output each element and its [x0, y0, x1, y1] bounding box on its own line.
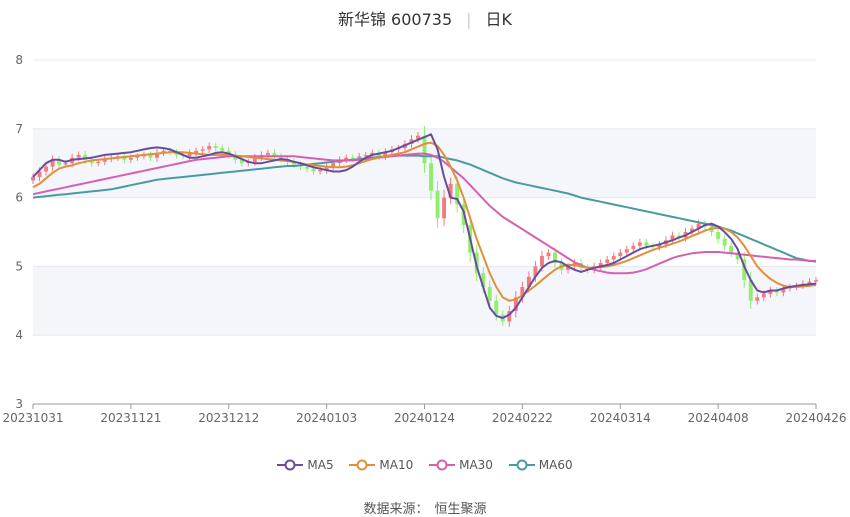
legend-ma30-icon — [429, 459, 456, 471]
x-tick-label: 20231121 — [100, 411, 161, 425]
y-tick-label: 6 — [15, 191, 23, 205]
candlestick-chart: 3 4 5 6 7 8 20231031 20231121 20231212 20240103 20… — [2, 53, 846, 425]
candle-body — [729, 245, 734, 253]
x-tick-label: 20240124 — [394, 411, 455, 425]
candle-body — [442, 197, 447, 219]
candle-body — [814, 280, 818, 282]
candle-body — [311, 168, 316, 172]
candle-body — [63, 163, 68, 165]
legend-ma60[interactable]: MA60 — [508, 458, 573, 472]
candle-body — [605, 259, 610, 263]
x-tick-label: 20240222 — [492, 411, 553, 425]
legend-ma30-label: MA30 — [459, 458, 493, 472]
candle-body — [631, 245, 636, 250]
candle-body — [761, 293, 766, 298]
source-provider: 恒生聚源 — [434, 502, 487, 517]
candle-body — [611, 256, 616, 260]
legend-ma10-label: MA10 — [379, 458, 414, 472]
y-tick-label: 4 — [15, 328, 23, 342]
y-tick-label: 7 — [15, 122, 23, 136]
candle-body — [200, 149, 205, 151]
legend-ma5-icon — [277, 459, 304, 471]
candle-body — [96, 161, 101, 164]
candle-body — [429, 163, 433, 191]
source-label: 数据来源： — [363, 502, 429, 517]
candle-body — [755, 297, 760, 301]
candle-body — [331, 163, 336, 167]
legend-ma5-label: MA5 — [307, 458, 334, 472]
grid-band — [33, 266, 816, 336]
candle-body — [213, 146, 218, 149]
legend-ma30[interactable]: MA30 — [429, 458, 493, 472]
x-tick-label: 20240426 — [785, 411, 846, 425]
x-tick-label: 20231031 — [2, 411, 63, 425]
candle-body — [128, 157, 133, 160]
candle-body — [637, 242, 642, 246]
candle-body — [722, 238, 727, 246]
legend-ma60-label: MA60 — [538, 458, 573, 472]
x-tick-label: 20240408 — [688, 411, 749, 425]
y-tick-label: 3 — [15, 397, 23, 411]
legend-ma10-icon — [349, 459, 376, 471]
x-tick-label: 20231212 — [198, 411, 259, 425]
candle-body — [716, 232, 721, 239]
chart-legend: MA5 MA10 MA30 MA60 — [0, 458, 850, 474]
candle-body — [207, 146, 212, 150]
candle-body — [305, 166, 310, 169]
y-tick-label: 5 — [15, 259, 23, 273]
candle-body — [618, 252, 623, 257]
candle-body — [435, 190, 440, 219]
candle-body — [220, 148, 225, 151]
candle-body — [422, 135, 427, 164]
legend-ma10[interactable]: MA10 — [349, 458, 413, 472]
candle-body — [644, 242, 649, 246]
candle-body — [31, 176, 35, 181]
candle-body — [624, 249, 629, 253]
candle-body — [539, 256, 544, 267]
candle-body — [76, 154, 81, 158]
candle-body — [487, 287, 492, 301]
x-tick-label: 20240103 — [296, 411, 357, 425]
y-tick-label: 8 — [15, 53, 23, 67]
candle-body — [318, 170, 323, 172]
legend-ma5[interactable]: MA5 — [277, 458, 334, 472]
candle-body — [494, 300, 499, 315]
candle-body — [546, 252, 551, 257]
candle-body — [265, 152, 270, 155]
x-tick-label: 20240314 — [590, 411, 651, 425]
data-source: 数据来源： 恒生聚源 — [0, 498, 850, 517]
candle-body — [44, 166, 49, 172]
legend-ma60-icon — [508, 459, 535, 471]
